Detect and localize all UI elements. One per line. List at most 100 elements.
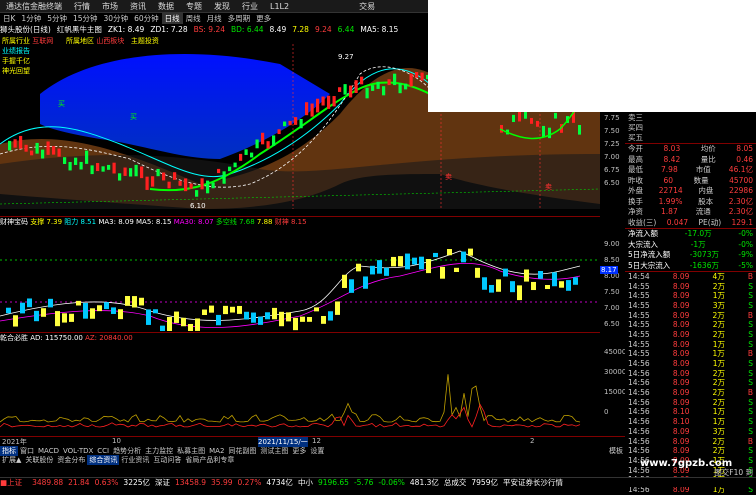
timeframe-item-active[interactable]: 日线 (161, 13, 183, 24)
date-label: 2 (530, 437, 535, 445)
sub1-bar (160, 325, 165, 331)
tick-time: 14:55 (628, 329, 650, 339)
tick-time: 14:56 (628, 446, 650, 456)
indicator-tab[interactable]: MA2 (207, 447, 226, 455)
sub1-bar (566, 280, 571, 291)
sub1-bar (83, 302, 88, 319)
candle (211, 182, 215, 189)
menu-item[interactable]: 专题 (180, 1, 208, 12)
quote-row: 昨收 60 数量 45700 (625, 175, 756, 186)
bottom-bar: 2021年 10 2021/11/15/一 12 2 指标 窗口 MACD VO… (0, 436, 625, 468)
timeframe-item[interactable]: 5分钟 (44, 13, 70, 24)
trade-button[interactable]: 交易 (353, 1, 381, 12)
ext-tab[interactable]: 行业资讯 (119, 455, 151, 465)
sub1-bar (412, 257, 417, 265)
candle (85, 150, 89, 164)
tick-side: S (748, 329, 753, 339)
candle (578, 124, 581, 135)
sub1-bar (475, 267, 480, 278)
timeframe-item[interactable]: 30分钟 (101, 13, 132, 24)
candle (63, 157, 67, 164)
quote-value: 46.1亿 (728, 165, 753, 175)
candle (35, 142, 39, 154)
tick-time: 14:54 (628, 271, 650, 281)
ext-tab[interactable]: 资金分布 (55, 455, 87, 465)
quote-value: 8.05 (736, 144, 753, 154)
quote-label: 外盘 (628, 186, 643, 196)
ext-tab[interactable]: 扩展▲ (0, 455, 23, 465)
status-broker[interactable]: 平安证券长沙行情 (503, 477, 563, 488)
axis-tick: 9.00 (604, 240, 620, 248)
indicator-tab[interactable]: 更多 (290, 446, 308, 456)
indicator-tab[interactable]: 设置 (308, 446, 326, 456)
menu-item[interactable]: 资讯 (124, 1, 152, 12)
menu-item[interactable]: 市场 (96, 1, 124, 12)
candle (96, 163, 100, 172)
menu-item[interactable]: 数据 (152, 1, 180, 12)
tick-price: 8.09 (672, 281, 690, 291)
sub1-header: 财神宝码 支撑 7.39 阻力 8.51 MA3: 8.09 MA5: 8.15… (0, 216, 600, 226)
axis-tick: 7.50 (604, 127, 620, 135)
sub1-chart[interactable] (0, 226, 600, 331)
timeframe-item[interactable]: 1分钟 (18, 13, 44, 24)
sub2-name[interactable]: 乾合必胜 (0, 334, 28, 342)
timeframe-item[interactable]: 15分钟 (70, 13, 101, 24)
menu-item[interactable]: 发现 (208, 1, 236, 12)
candle (266, 141, 270, 149)
quote-value: 2.30亿 (728, 207, 753, 217)
timeframe-item[interactable]: 日K (0, 13, 18, 24)
sub1-bar (132, 296, 137, 308)
candle (554, 112, 557, 119)
timeframe-item[interactable]: 60分钟 (131, 13, 162, 24)
menu-item[interactable]: L1L2 (264, 2, 295, 11)
tick-time: 14:55 (628, 320, 650, 330)
candle (217, 168, 221, 174)
ext-tab[interactable]: 关联股份 (23, 455, 55, 465)
stock-title: 狮头股份(日线) (0, 24, 51, 34)
indicator-tab[interactable]: 测试主图 (258, 446, 290, 456)
sub2-chart[interactable] (0, 342, 600, 436)
timeframe-item[interactable]: 周线 (183, 13, 204, 24)
candle (123, 167, 127, 176)
quote-label: 量比 (700, 154, 716, 164)
indicator-name[interactable]: 红帆黑牛主图 (57, 24, 102, 35)
candle (222, 171, 226, 184)
tick-price: 8.09 (672, 446, 690, 456)
tick-row: 14:56 8.10 1万 S (625, 417, 756, 427)
candle (74, 157, 78, 165)
indicator-tab[interactable]: CCI (95, 447, 111, 455)
candle (530, 117, 533, 124)
tag-t1: 业绩报告 (2, 47, 30, 55)
timeframe-item[interactable]: 月线 (204, 13, 225, 24)
sub1-name[interactable]: 财神宝码 (0, 218, 28, 226)
tick-time: 14:55 (628, 349, 650, 359)
candle (277, 129, 281, 135)
sub1-bar (230, 306, 235, 313)
sub1-bar (454, 267, 459, 272)
timeframe-item[interactable]: 更多 (253, 13, 274, 24)
menu-item[interactable]: 行情 (68, 1, 96, 12)
tick-time: 14:55 (628, 281, 650, 291)
indicator-tab[interactable]: VOL-TDX (61, 447, 95, 455)
candle (118, 173, 122, 181)
sub2-header: 乾合必胜 AD: 115750.00 AZ: 20840.00 (0, 332, 600, 342)
quote-label: 净资 (628, 207, 643, 217)
ext-tab[interactable]: 省局产品利专章 (183, 455, 236, 465)
candle (145, 176, 149, 190)
quote-label: 换手 (628, 196, 643, 206)
template-button[interactable]: 模板 (607, 446, 625, 456)
axis-tick: 7.50 (604, 288, 620, 296)
buy-marker: 买 (58, 100, 65, 108)
ext-tab-active[interactable]: 综合资讯 (87, 454, 120, 465)
timeframe-item[interactable]: 多周期 (225, 13, 254, 24)
watermark-text: www.7gpzb.com (640, 458, 733, 469)
tick-time: 14:55 (628, 291, 650, 301)
sub1-bar (398, 256, 403, 267)
menu-item[interactable]: 行业 (236, 1, 264, 12)
indicator-tab[interactable]: MACD (36, 447, 61, 455)
ext-tab[interactable]: 互动问答 (151, 455, 183, 465)
axis-tick: 7.00 (604, 153, 620, 161)
tag-labels: 所属行业 互联网 业绩报告 手握千亿 神光回望 (2, 36, 53, 76)
tick-time: 14:56 (628, 397, 650, 407)
tick-price: 8.09 (672, 339, 690, 349)
